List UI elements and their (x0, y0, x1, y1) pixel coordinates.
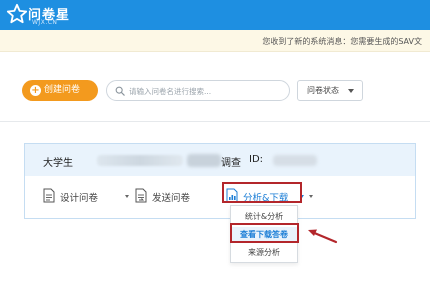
menu-item-highlight (230, 223, 299, 243)
menu-item-source-analysis[interactable]: 来源分析 (231, 245, 297, 261)
survey-status-label: 问卷状态 (307, 86, 339, 95)
star-icon (6, 3, 28, 24)
system-notice-bar: 您收到了新的系统消息：您需要生成的SAV文 (0, 30, 430, 52)
redacted-text (187, 154, 221, 167)
notice-text[interactable]: 您收到了新的系统消息：您需要生成的SAV文 (262, 36, 422, 47)
document-send-icon (135, 188, 147, 203)
design-survey-label: 设计问卷 (60, 193, 99, 204)
pointer-arrow-icon (308, 229, 338, 244)
survey-card-header: 大学生 调查 ID: (25, 144, 415, 176)
search-box[interactable] (106, 80, 290, 101)
design-survey-button[interactable]: 设计问卷 (43, 188, 133, 204)
create-survey-button[interactable]: + 创建问卷 (22, 80, 98, 101)
chevron-down-icon (309, 195, 313, 198)
survey-status-select[interactable]: 问卷状态 (297, 80, 363, 101)
survey-title-prefix[interactable]: 大学生 (43, 154, 73, 169)
analyze-download-highlight (222, 182, 302, 203)
chevron-down-icon (125, 195, 129, 198)
plus-icon: + (30, 85, 41, 96)
survey-id-label: ID: (249, 154, 264, 165)
chevron-down-icon (348, 89, 354, 93)
logo[interactable]: 问卷星 WJX.CN (6, 3, 86, 27)
survey-title-suffix[interactable]: 调查 (221, 154, 241, 169)
top-header: 问卷星 WJX.CN (0, 0, 430, 30)
create-survey-label: 创建问卷 (44, 85, 81, 95)
redacted-text (97, 155, 183, 166)
survey-card: 大学生 调查 ID: 设计问卷 发送问卷 分析&下载 (24, 143, 416, 219)
search-input[interactable] (129, 84, 287, 98)
send-survey-button[interactable]: 发送问卷 (135, 188, 313, 204)
redacted-id (273, 155, 317, 166)
divider (0, 121, 430, 122)
logo-subtitle: WJX.CN (32, 19, 58, 26)
send-survey-label: 发送问卷 (152, 193, 191, 204)
document-edit-icon (43, 188, 55, 203)
search-icon (115, 86, 125, 96)
